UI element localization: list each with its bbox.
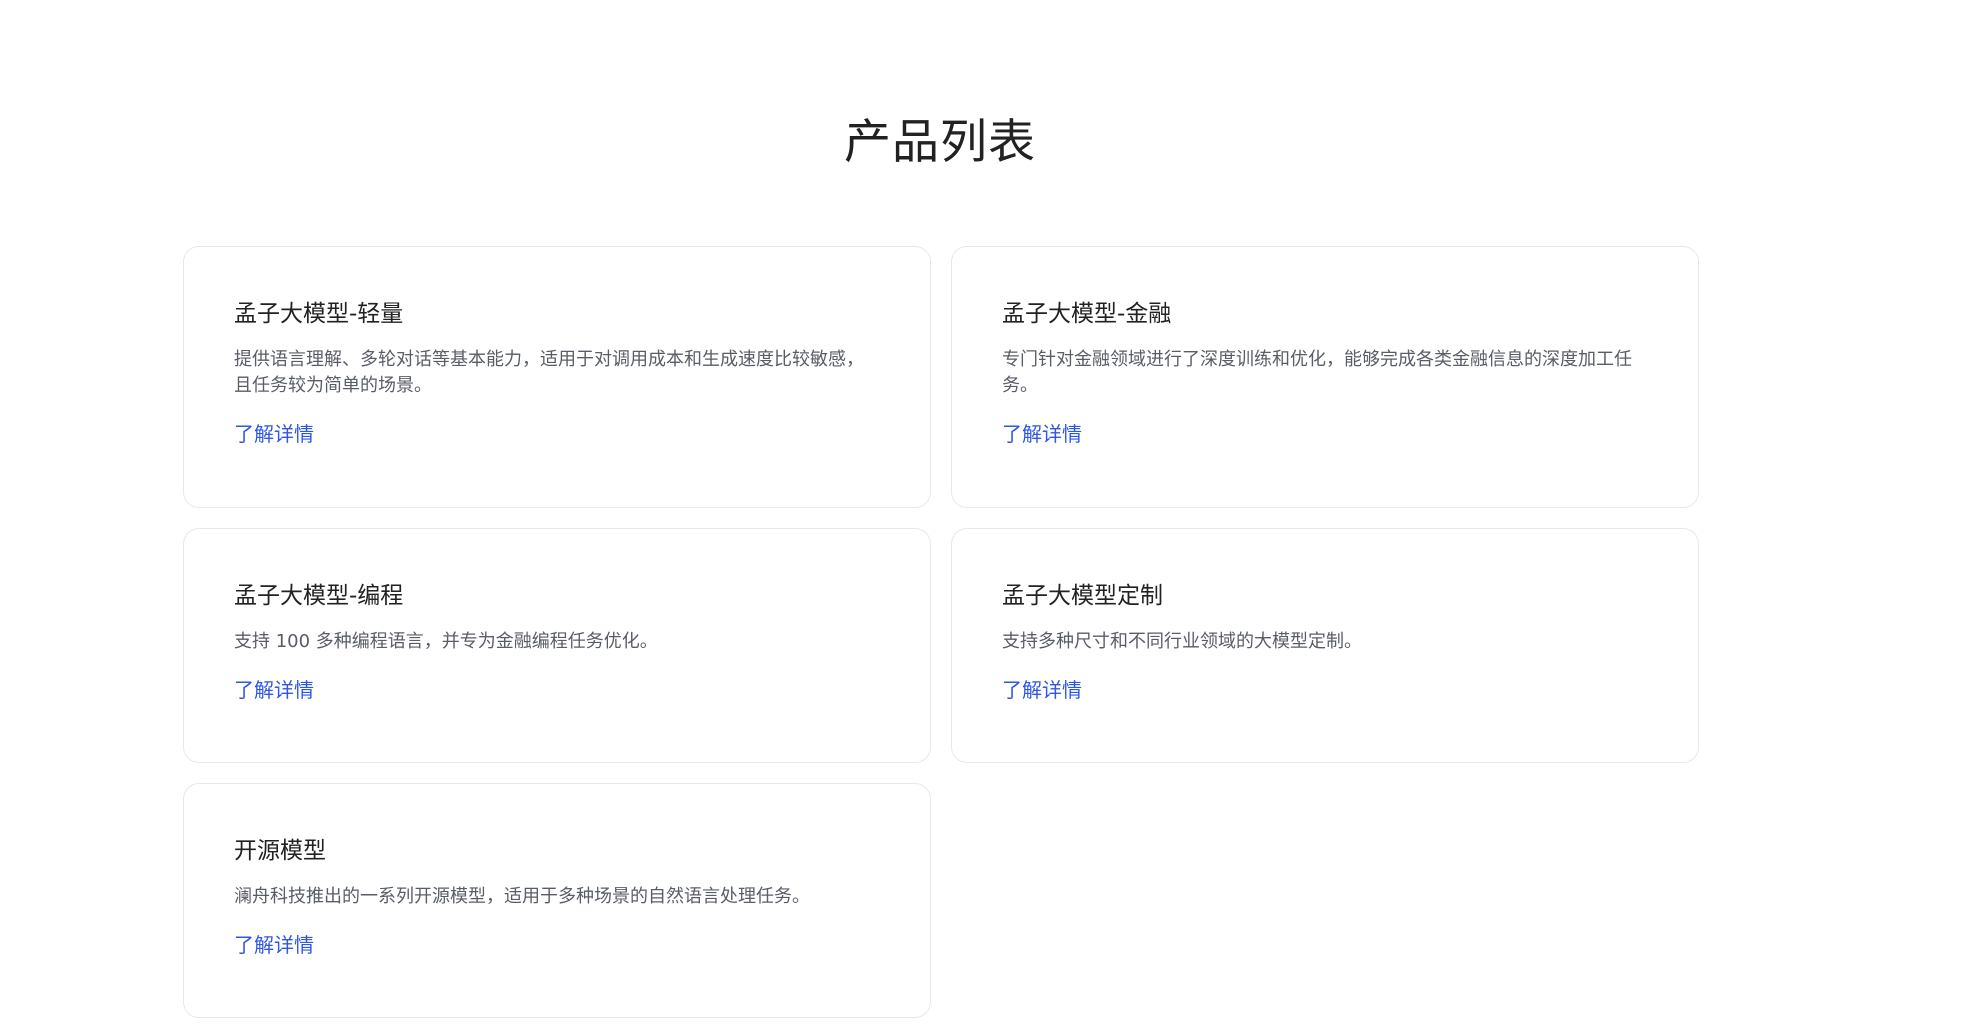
learn-more-link[interactable]: 了解详情 — [1002, 421, 1082, 447]
product-card-title: 孟子大模型-金融 — [1002, 301, 1172, 327]
product-card-description: 提供语言理解、多轮对话等基本能力，适用于对调用成本和生成速度比较敏感，且任务较为… — [234, 349, 864, 396]
product-card-description: 澜舟科技推出的一系列开源模型，适用于多种场景的自然语言处理任务。 — [234, 886, 810, 907]
product-card-mengzi-lite: 孟子大模型-轻量 提供语言理解、多轮对话等基本能力，适用于对调用成本和生成速度比… — [183, 246, 931, 508]
product-list-page: 产品列表 孟子大模型-轻量 提供语言理解、多轮对话等基本能力，适用于对调用成本和… — [0, 0, 1962, 1027]
product-card-grid: 孟子大模型-轻量 提供语言理解、多轮对话等基本能力，适用于对调用成本和生成速度比… — [183, 246, 1703, 1018]
product-card-title: 孟子大模型-轻量 — [234, 301, 404, 327]
product-card-title: 孟子大模型定制 — [1002, 583, 1163, 609]
product-card-description: 专门针对金融领域进行了深度训练和优化，能够完成各类金融信息的深度加工任务。 — [1002, 349, 1632, 396]
product-card-mengzi-custom: 孟子大模型定制 支持多种尺寸和不同行业领域的大模型定制。 了解详情 — [951, 528, 1699, 763]
product-card-description: 支持 100 多种编程语言，并专为金融编程任务优化。 — [234, 631, 658, 652]
product-card-mengzi-finance: 孟子大模型-金融 专门针对金融领域进行了深度训练和优化，能够完成各类金融信息的深… — [951, 246, 1699, 508]
product-card-mengzi-coding: 孟子大模型-编程 支持 100 多种编程语言，并专为金融编程任务优化。 了解详情 — [183, 528, 931, 763]
learn-more-link[interactable]: 了解详情 — [1002, 677, 1082, 703]
page-title: 产品列表 — [844, 115, 1036, 170]
product-card-title: 孟子大模型-编程 — [234, 583, 404, 609]
learn-more-link[interactable]: 了解详情 — [234, 677, 314, 703]
product-card-open-source: 开源模型 澜舟科技推出的一系列开源模型，适用于多种场景的自然语言处理任务。 了解… — [183, 783, 931, 1018]
product-card-title: 开源模型 — [234, 838, 326, 864]
learn-more-link[interactable]: 了解详情 — [234, 932, 314, 958]
product-card-description: 支持多种尺寸和不同行业领域的大模型定制。 — [1002, 631, 1362, 652]
learn-more-link[interactable]: 了解详情 — [234, 421, 314, 447]
